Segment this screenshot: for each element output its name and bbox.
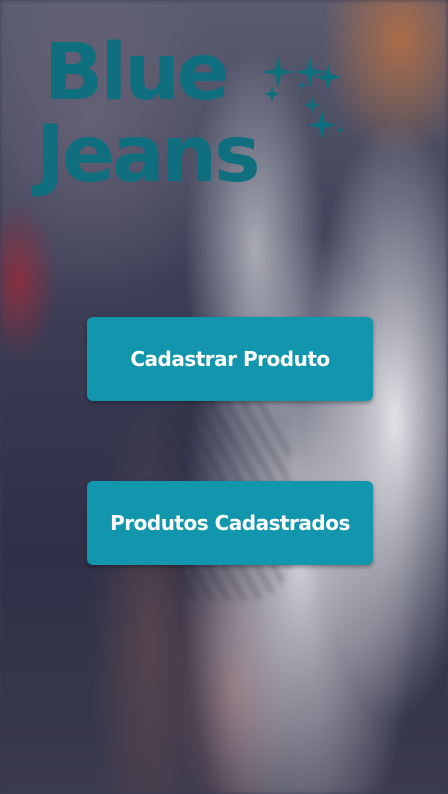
register-product-label: Cadastrar Produto: [130, 347, 330, 371]
registered-products-button[interactable]: Produtos Cadastrados: [87, 481, 373, 565]
logo-word-blue: Blue: [44, 28, 230, 118]
registered-products-label: Produtos Cadastrados: [110, 511, 350, 535]
home-screen: Blue Jeans Cadastrar Produto Produtos Ca…: [0, 0, 448, 794]
logo-word-jeans: Jeans: [36, 110, 261, 200]
brand-logo: Blue Jeans: [36, 30, 356, 205]
sparkles-icon: [262, 56, 344, 140]
register-product-button[interactable]: Cadastrar Produto: [87, 317, 373, 401]
